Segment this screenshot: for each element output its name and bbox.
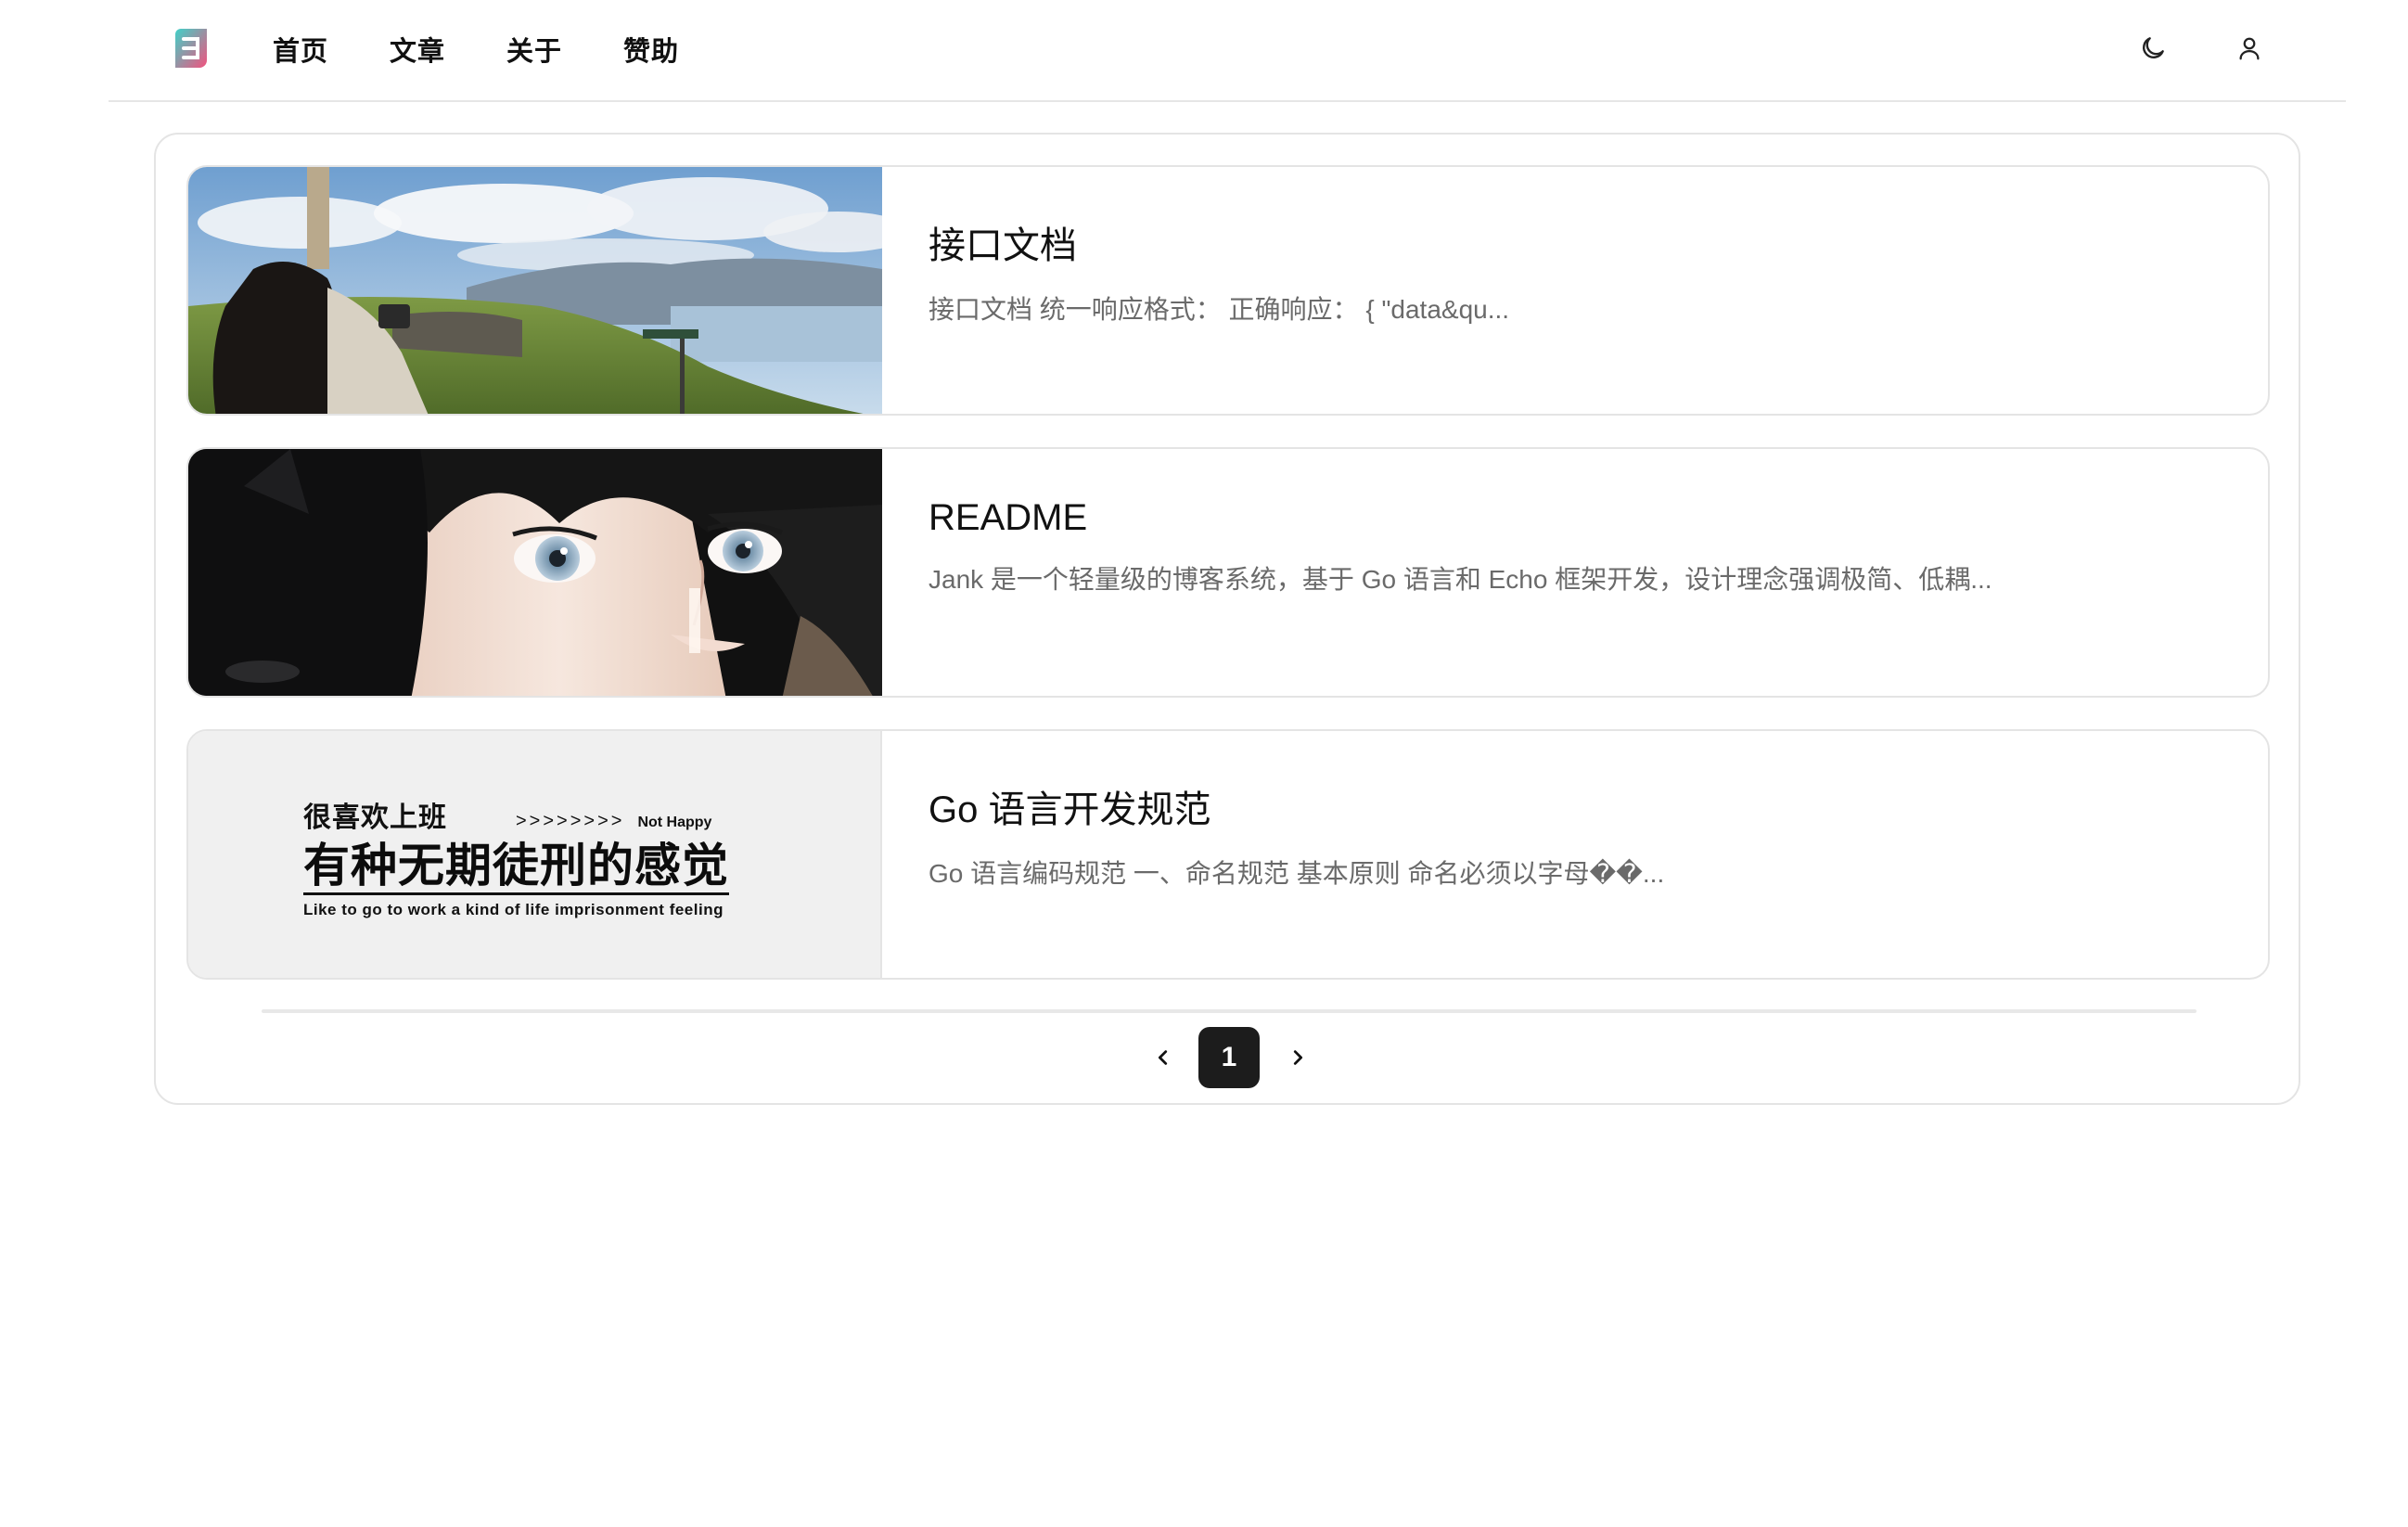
nav-about[interactable]: 关于 [506, 30, 562, 69]
banner-line1: 很喜欢上班 [303, 802, 447, 833]
thumb-divider [880, 731, 882, 978]
next-page-button[interactable] [1276, 1036, 1319, 1079]
banner-subline: Like to go to work a kind of life impris… [303, 901, 724, 918]
post-body: README Jank 是一个轻量级的博客系统，基于 Go 语言和 Echo 框… [929, 449, 2231, 597]
chevron-left-icon [1158, 1050, 1168, 1065]
pagination-divider [262, 1009, 2197, 1013]
pagination: 1 [156, 1027, 2299, 1088]
prev-page-button[interactable] [1142, 1036, 1185, 1079]
post-title[interactable]: Go 语言开发规范 [929, 779, 2231, 833]
banner-text-block: 很喜欢上班 >>>>>>>> Not Happy 有种无期徒刑的感觉 Like … [303, 794, 786, 919]
user-button[interactable] [2231, 30, 2268, 67]
nav-home[interactable]: 首页 [273, 30, 328, 69]
post-card[interactable]: README Jank 是一个轻量级的博客系统，基于 Go 语言和 Echo 框… [186, 447, 2270, 698]
blog-logo-icon[interactable] [175, 29, 207, 68]
page-number-button[interactable]: 1 [1198, 1027, 1260, 1088]
post-excerpt: Jank 是一个轻量级的博客系统，基于 Go 语言和 Echo 框架开发，设计理… [929, 565, 1992, 594]
moon-icon [2143, 37, 2164, 58]
banner-headline: 有种无期徒刑的感觉 [303, 839, 729, 895]
post-body: Go 语言开发规范 Go 语言编码规范 一、命名规范 基本原则 命名必须以字母�… [929, 731, 2231, 891]
user-icon [2239, 37, 2260, 60]
post-body: 接口文档 接口文档 统一响应格式： 正确响应： { "data&qu... [929, 167, 2231, 327]
text-banner-image: 很喜欢上班 >>>>>>>> Not Happy 有种无期徒刑的感觉 Like … [188, 731, 882, 978]
anime-girl-with-black-cat-illustration [188, 449, 882, 696]
main-nav: 首页 文章 关于 赞助 [273, 0, 740, 98]
post-card[interactable]: 很喜欢上班 >>>>>>>> Not Happy 有种无期徒刑的感觉 Like … [186, 729, 2270, 980]
post-card[interactable]: 接口文档 接口文档 统一响应格式： 正确响应： { "data&qu... [186, 165, 2270, 416]
nav-sponsor[interactable]: 赞助 [623, 30, 679, 69]
nav-posts[interactable]: 文章 [390, 30, 445, 69]
post-excerpt: Go 语言编码规范 一、命名规范 基本原则 命名必须以字母��... [929, 859, 1665, 888]
post-list-card: 接口文档 接口文档 统一响应格式： 正确响应： { "data&qu... RE… [154, 133, 2300, 1105]
chevron-right-icon [1293, 1050, 1303, 1065]
photographer-on-coastal-cliff-photo [188, 167, 882, 414]
theme-toggle-button[interactable] [2134, 30, 2171, 67]
site-header: 首页 文章 关于 赞助 [109, 0, 2346, 102]
post-title[interactable]: 接口文档 [929, 215, 2231, 269]
post-title[interactable]: README [929, 497, 2231, 539]
banner-tag: Not Happy [637, 815, 712, 830]
post-excerpt: 接口文档 统一响应格式： 正确响应： { "data&qu... [929, 295, 1510, 324]
banner-arrows: >>>>>>>> [516, 811, 625, 831]
